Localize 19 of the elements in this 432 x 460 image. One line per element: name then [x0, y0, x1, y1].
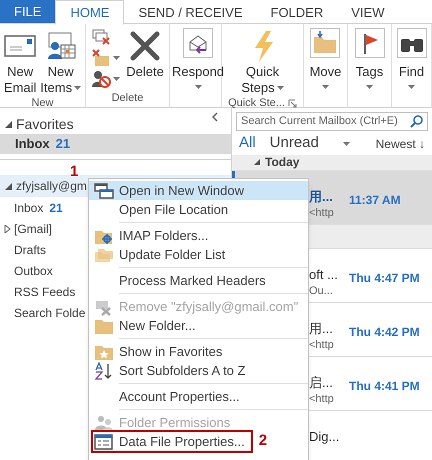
message-preview: <http	[309, 338, 334, 352]
step-number: 2	[258, 431, 268, 452]
sender-name: 启...	[309, 374, 334, 390]
received-time: Thu 4:41 PM	[349, 378, 420, 394]
received-time: Thu 4:47 PM	[349, 270, 420, 286]
sender-name: Dig...	[309, 428, 340, 444]
sender-name: 用...	[309, 188, 334, 204]
received-time: 11:37 AM	[349, 192, 401, 208]
received-time: Thu 4:42 PM	[349, 324, 420, 340]
group-header: Today	[265, 154, 300, 171]
sender-name: oft ...	[309, 266, 338, 282]
step-number: 1	[70, 163, 78, 180]
ribbon-group-label: Quick Ste...	[228, 96, 285, 110]
message-preview: <http	[309, 392, 334, 406]
ribbon-group-label: Delete	[112, 91, 144, 105]
ribbon-group-label: New	[31, 96, 54, 110]
sender-name: 用...	[309, 320, 334, 336]
message-preview: <http	[309, 206, 334, 220]
message-preview: Ou...	[309, 284, 334, 298]
